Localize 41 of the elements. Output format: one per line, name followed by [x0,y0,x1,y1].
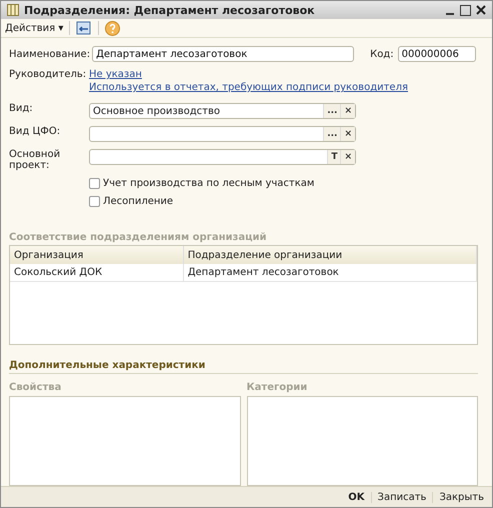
table-cell: Сокольский ДОК [10,264,184,282]
select-field[interactable]: ... × [89,126,356,142]
field-button[interactable]: × [340,127,355,142]
field-button[interactable]: T [327,150,340,164]
field-label: Код: [370,48,394,60]
save-icon[interactable] [76,21,92,36]
checkbox[interactable] [89,196,100,208]
field-label: Наименование: [9,48,90,60]
column-header[interactable]: Подразделение организации [183,246,476,264]
table-cell: Департамент лесозаготовок [183,264,476,282]
help-icon[interactable] [105,20,120,36]
field-label: Вид ЦФО: [9,126,62,138]
footer-button[interactable]: Закрыть [432,492,490,503]
checkbox[interactable] [89,178,100,190]
panel-title: Свойства [9,382,62,394]
code-field[interactable]: 000000006 [398,46,476,62]
field-label: Вид: [9,103,34,114]
window-title: Подразделения: Департамент лесозаготовок [24,4,316,17]
name-field[interactable]: Департамент лесозаготовок [92,46,354,62]
select-field[interactable]: T × [89,149,356,166]
actions-menu[interactable]: Действия ▾ [5,22,64,34]
field-button[interactable]: × [340,150,355,164]
field-button[interactable]: ... [323,104,340,118]
section-title: Соответствие подразделениям организаций [9,232,268,244]
checkbox-label: Лесопиление [103,196,174,208]
footer-button[interactable]: OK [342,492,371,503]
panel-title: Категории [246,382,308,394]
select-field[interactable]: Основное производство ... × [89,103,356,120]
field-label: Руководитель: [9,69,87,80]
form-icon [7,4,19,16]
section-title: Дополнительные характеристики [9,360,478,374]
field-button[interactable]: × [340,104,355,118]
footer-button[interactable]: Записать [370,492,432,503]
field-button[interactable]: ... [323,127,340,142]
checkbox-label: Учет производства по лесным участкам [103,178,314,190]
field-label: Основной проект: [9,149,62,172]
column-header[interactable]: Организация [10,246,184,264]
hint-link[interactable]: Используется в отчетах, требующих подписи руководителя [89,82,408,94]
close-icon[interactable] [476,5,486,16]
maximize-icon[interactable] [460,4,471,16]
manager-link[interactable]: Не указан [89,69,408,80]
